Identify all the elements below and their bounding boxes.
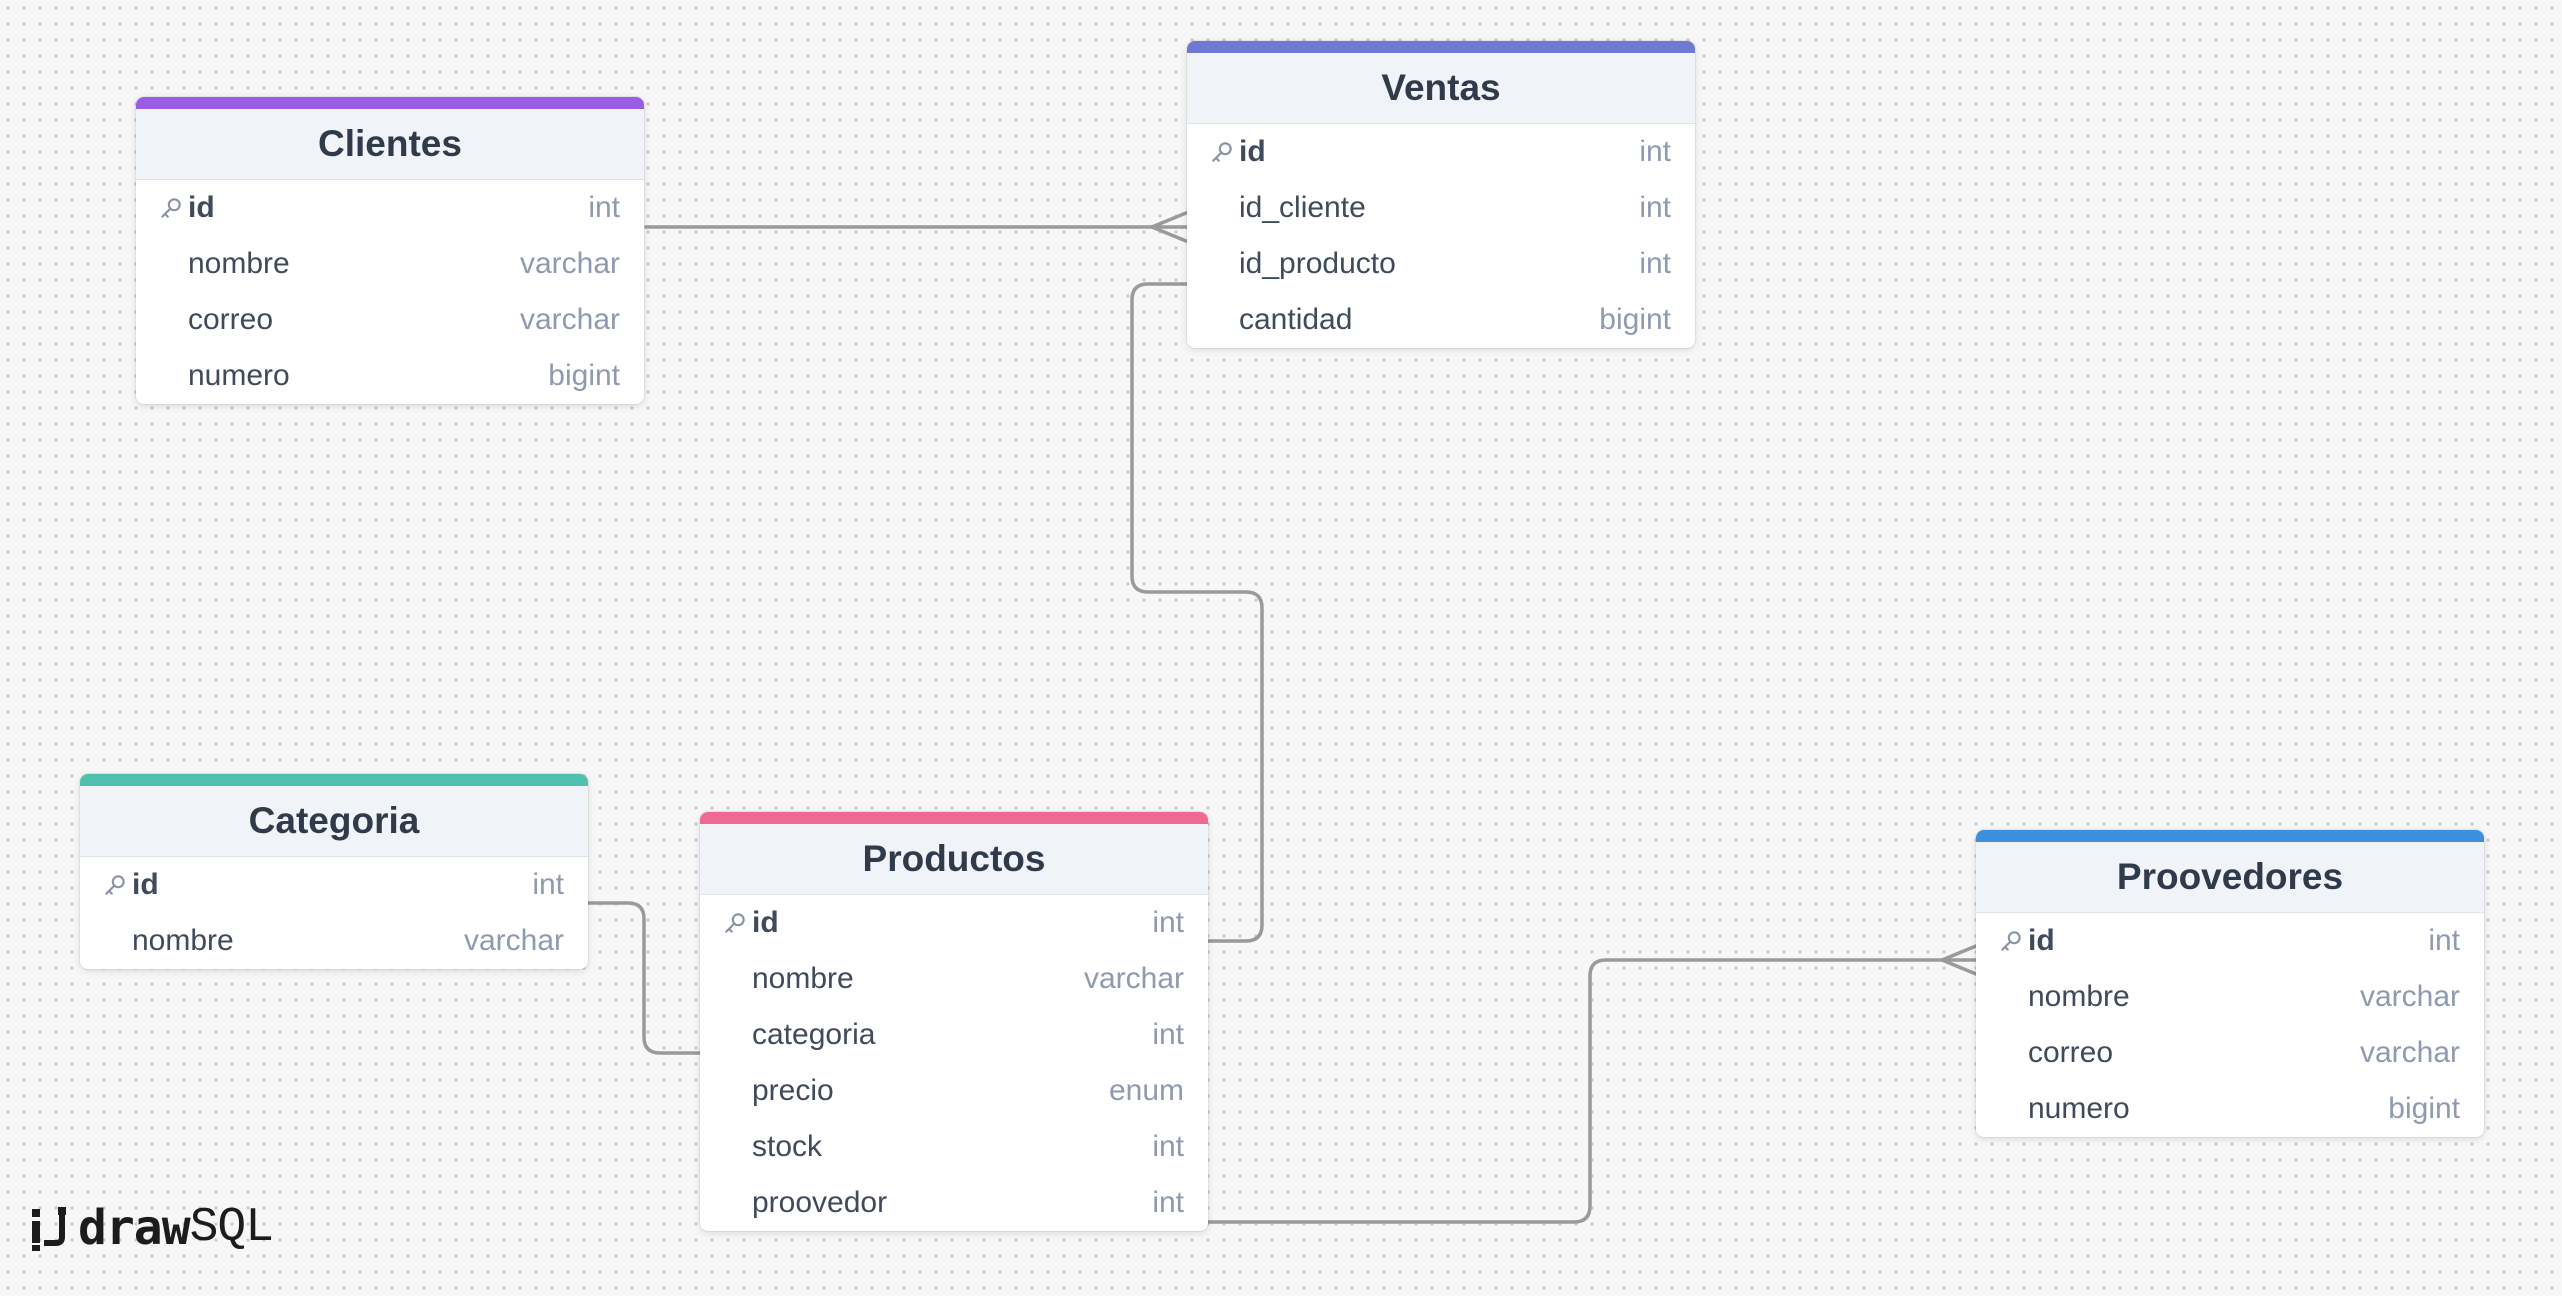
column-name: correo — [2028, 1036, 2114, 1069]
column-name: proovedor — [752, 1186, 888, 1219]
column-row-numero[interactable]: numero bigint — [136, 348, 644, 404]
column-type: int — [588, 191, 620, 224]
column-type: bigint — [1599, 303, 1671, 336]
column-type: bigint — [2388, 1092, 2460, 1125]
table-title[interactable]: Ventas — [1187, 53, 1695, 124]
relation-productos-proovedores[interactable] — [1206, 944, 1978, 1224]
logo-text-draw: draw — [78, 1200, 191, 1256]
column-type: int — [1152, 1186, 1184, 1219]
column-name: id — [752, 906, 779, 939]
column-name: numero — [188, 359, 290, 392]
key-icon — [1207, 137, 1237, 167]
column-type: enum — [1108, 1074, 1184, 1107]
column-row-nombre[interactable]: nombre varchar — [80, 913, 588, 969]
column-type: bigint — [548, 359, 620, 392]
column-row-categoria[interactable]: categoria int — [700, 1007, 1208, 1063]
column-type: int — [1639, 247, 1671, 280]
table-title[interactable]: Clientes — [136, 109, 644, 180]
column-row-stock[interactable]: stock int — [700, 1119, 1208, 1175]
key-icon — [156, 193, 186, 223]
table-productos[interactable]: Productos id int nombre varchar categoria int… — [700, 812, 1208, 1231]
column-row-cantidad[interactable]: cantidad bigint — [1187, 292, 1695, 348]
table-title[interactable]: Categoria — [80, 786, 588, 857]
table-proovedores[interactable]: Proovedores id int nombre varchar correo varc… — [1976, 830, 2484, 1137]
key-icon — [100, 870, 130, 900]
column-name: id — [1239, 135, 1266, 168]
table-categoria[interactable]: Categoria id int nombre varchar — [80, 774, 588, 969]
column-row-correo[interactable]: correo varchar — [136, 292, 644, 348]
column-row-id[interactable]: id int — [1187, 124, 1695, 180]
table-title[interactable]: Proovedores — [1976, 842, 2484, 913]
column-list: id int nombre varchar categoria int precio enum… — [700, 895, 1208, 1231]
table-title[interactable]: Productos — [700, 824, 1208, 895]
relation-clientes-ventas[interactable] — [644, 211, 1188, 243]
column-row-nombre[interactable]: nombre varchar — [1976, 969, 2484, 1025]
key-icon — [1996, 926, 2026, 956]
table-color-bar — [80, 774, 588, 786]
table-color-bar — [136, 97, 644, 109]
column-type: int — [1639, 191, 1671, 224]
key-icon — [720, 908, 750, 938]
column-list: id int id_cliente int id_producto int cantidad… — [1187, 124, 1695, 348]
column-type: int — [532, 868, 564, 901]
column-type: int — [1152, 906, 1184, 939]
column-name: nombre — [2028, 980, 2130, 1013]
column-type: varchar — [2359, 1036, 2460, 1069]
column-name: cantidad — [1239, 303, 1353, 336]
column-name: stock — [752, 1130, 823, 1163]
column-name: nombre — [132, 924, 234, 957]
logo-text-sql: SQL — [189, 1201, 274, 1255]
column-name: correo — [188, 303, 274, 336]
column-row-id-producto[interactable]: id_producto int — [1187, 236, 1695, 292]
column-list: id int nombre varchar — [80, 857, 588, 969]
column-row-nombre[interactable]: nombre varchar — [700, 951, 1208, 1007]
drawsql-logo[interactable]: draw SQL — [30, 1200, 274, 1256]
column-name: categoria — [752, 1018, 876, 1051]
column-type: int — [2428, 924, 2460, 957]
column-name: id_producto — [1239, 247, 1396, 280]
column-name: numero — [2028, 1092, 2130, 1125]
column-type: int — [1152, 1130, 1184, 1163]
table-clientes[interactable]: Clientes id int nombre varchar correo varchar… — [136, 97, 644, 404]
column-type: varchar — [519, 247, 620, 280]
column-row-precio[interactable]: precio enum — [700, 1063, 1208, 1119]
column-type: varchar — [519, 303, 620, 336]
column-row-correo[interactable]: correo varchar — [1976, 1025, 2484, 1081]
relation-categoria-productos[interactable] — [586, 901, 702, 1055]
column-name: precio — [752, 1074, 834, 1107]
column-row-id[interactable]: id int — [80, 857, 588, 913]
table-ventas[interactable]: Ventas id int id_cliente int id_producto int c… — [1187, 41, 1695, 348]
column-list: id int nombre varchar correo varchar numero big… — [1976, 913, 2484, 1137]
column-name: id_cliente — [1239, 191, 1366, 224]
column-name: nombre — [188, 247, 290, 280]
drawsql-logo-icon — [32, 1207, 66, 1251]
column-row-id[interactable]: id int — [1976, 913, 2484, 969]
column-type: varchar — [2359, 980, 2460, 1013]
column-name: id — [132, 868, 159, 901]
table-color-bar — [1187, 41, 1695, 53]
column-type: int — [1152, 1018, 1184, 1051]
column-row-id[interactable]: id int — [700, 895, 1208, 951]
table-color-bar — [1976, 830, 2484, 842]
column-type: varchar — [1083, 962, 1184, 995]
column-type: int — [1639, 135, 1671, 168]
column-row-numero[interactable]: numero bigint — [1976, 1081, 2484, 1137]
column-type: varchar — [463, 924, 564, 957]
column-row-nombre[interactable]: nombre varchar — [136, 236, 644, 292]
column-list: id int nombre varchar correo varchar numero big… — [136, 180, 644, 404]
column-name: nombre — [752, 962, 854, 995]
table-color-bar — [700, 812, 1208, 824]
column-row-proovedor[interactable]: proovedor int — [700, 1175, 1208, 1231]
column-row-id-cliente[interactable]: id_cliente int — [1187, 180, 1695, 236]
column-name: id — [188, 191, 215, 224]
column-name: id — [2028, 924, 2055, 957]
column-row-id[interactable]: id int — [136, 180, 644, 236]
